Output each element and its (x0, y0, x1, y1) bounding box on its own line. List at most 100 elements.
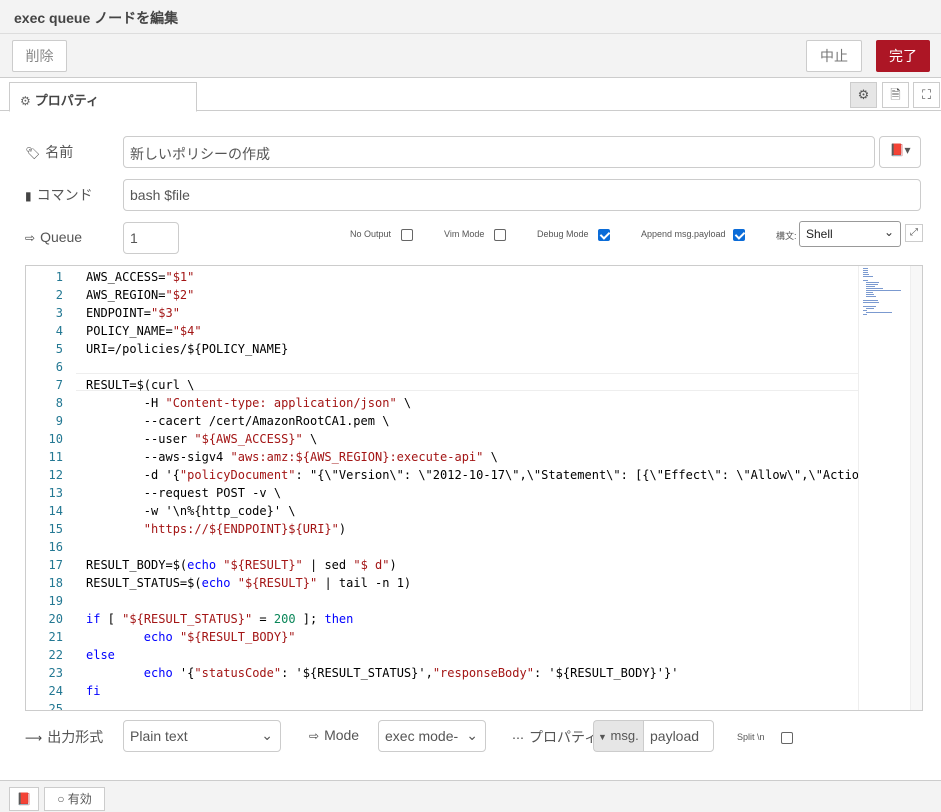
sign-in-icon: ⇨ (25, 231, 36, 245)
dialog-title: exec queue ノードを編集 (0, 0, 941, 34)
expand-icon: ⤢ (910, 227, 918, 238)
code-text: echo '{"statusCode": '${RESULT_STATUS}',… (143, 666, 679, 680)
append-payload-checkbox[interactable] (733, 229, 745, 241)
debug-mode-label: Debug Mode (537, 229, 589, 239)
current-line-highlight (76, 373, 884, 391)
enabled-toggle[interactable]: ○ 有効 (44, 787, 105, 811)
editor-scrollbar[interactable] (910, 266, 922, 710)
book-icon: 📕 (889, 143, 905, 157)
line-number: 7 (55, 378, 63, 392)
minimap-line (863, 302, 879, 303)
minimap-line (866, 292, 873, 293)
enabled-label: 有効 (67, 792, 92, 806)
minimap-line (863, 274, 869, 275)
name-input[interactable]: 新しいポリシーの作成 (123, 136, 875, 168)
sign-in-icon: ⇨ (309, 729, 320, 743)
no-output-checkbox[interactable] (401, 229, 413, 241)
side-appearance-button[interactable]: ⛶ (913, 82, 940, 108)
gear-icon: ⚙ (20, 94, 31, 108)
queue-label: ⇨ Queue (25, 229, 82, 245)
vim-mode-checkbox[interactable] (494, 229, 506, 241)
syntax-select[interactable]: Shell ⌄ (799, 221, 901, 247)
minimap-line (866, 290, 902, 291)
code-text: if [ "${RESULT_STATUS}" = 200 ]; then (86, 612, 354, 626)
code-text: else (86, 648, 115, 662)
output-format-label-text: 出力形式 (47, 729, 104, 745)
expand-editor-button[interactable]: ⤢ (905, 224, 923, 242)
code-text: --user "${AWS_ACCESS}" \ (86, 432, 318, 446)
property-label: ⋯ プロパティ (512, 727, 598, 747)
dialog-toolbar: 削除 中止 完了 (0, 34, 941, 78)
line-number: 19 (48, 594, 63, 608)
line-number: 6 (55, 360, 63, 374)
minimap-line (866, 308, 874, 309)
minimap-line (866, 284, 879, 285)
line-number: 22 (48, 648, 63, 662)
line-number: 25 (48, 702, 63, 711)
queue-input[interactable]: 1 (123, 222, 179, 254)
side-properties-button[interactable]: ⚙ (850, 82, 877, 108)
line-number: 18 (48, 576, 63, 590)
split-label: Split \n (737, 732, 765, 742)
name-library-button[interactable]: 📕▾ (879, 136, 921, 168)
property-input[interactable]: payload (643, 720, 714, 752)
minimap-line (866, 286, 875, 287)
syntax-select-value: Shell (806, 227, 833, 241)
mode-select[interactable]: exec mode- ⌄ (378, 720, 486, 752)
no-output-label: No Output (350, 229, 392, 239)
minimap-line (866, 294, 874, 295)
node-help-button[interactable]: 📕 (9, 787, 39, 811)
code-text: RESULT_STATUS=$(echo "${RESULT}" | tail … (86, 576, 412, 590)
minimap-line (863, 268, 869, 269)
split-checkbox[interactable] (781, 732, 793, 744)
minimap-line (863, 310, 867, 311)
name-label-text: 名前 (45, 144, 74, 160)
code-text: -w '\n%{http_code}' \ (86, 504, 296, 518)
delete-button[interactable]: 削除 (12, 40, 67, 72)
line-number: 21 (48, 630, 63, 644)
code-text: --cacert /cert/AmazonRootCA1.pem \ (86, 414, 390, 428)
tab-properties-label: プロパティ (34, 93, 99, 108)
document-icon: 🗎 (890, 87, 901, 102)
file-icon: ▮ (25, 189, 32, 203)
mode-value: exec mode- (385, 728, 459, 744)
minimap-line (866, 296, 876, 297)
output-format-select[interactable]: Plain text ⌄ (123, 720, 281, 752)
code-text: POLICY_NAME="$4" (86, 324, 202, 338)
code-editor[interactable]: 1 AWS_ACCESS="$1" 2 AWS_REGION="$2" 3 ENDPOIN… (25, 265, 923, 711)
mode-label: ⇨ Mode (309, 727, 359, 743)
code-text: --request POST -v \ (86, 486, 282, 500)
done-button[interactable]: 完了 (876, 40, 930, 72)
code-text: "https://${ENDPOINT}${URI}") (143, 522, 347, 536)
minimap-line (866, 288, 884, 289)
chevron-down-icon: ⌄ (261, 727, 273, 743)
line-number: 15 (48, 522, 63, 536)
command-input[interactable]: bash $file (123, 179, 921, 211)
editor-minimap[interactable] (858, 266, 910, 710)
line-number: 23 (48, 666, 63, 680)
caret-down-icon: ▼ (598, 732, 607, 742)
debug-mode-checkbox[interactable] (598, 229, 610, 241)
line-number: 2 (55, 288, 63, 302)
minimap-line (863, 272, 868, 273)
append-payload-label: Append msg.payload (641, 229, 726, 239)
line-number: 13 (48, 486, 63, 500)
name-label: 🏷 名前 (25, 142, 73, 162)
line-number: 24 (48, 684, 63, 698)
property-type-button[interactable]: ▼ msg. (593, 720, 643, 752)
code-text: AWS_ACCESS="$1" (86, 270, 195, 284)
code-text: -H "Content-type: application/json" \ (86, 396, 412, 410)
chevron-down-icon: ▾ (904, 143, 911, 157)
tab-properties[interactable]: ⚙ プロパティ (9, 82, 197, 112)
tabs-row: ⚙ プロパティ ⚙ 🗎 ⛶ (0, 78, 941, 112)
minimap-line (863, 300, 879, 301)
minimap-line (863, 306, 876, 307)
line-number: 17 (48, 558, 63, 572)
output-format-label: ⟶ 出力形式 (25, 727, 103, 747)
line-number: 20 (48, 612, 63, 626)
line-number: 14 (48, 504, 63, 518)
side-description-button[interactable]: 🗎 (882, 82, 909, 108)
cancel-button[interactable]: 中止 (806, 40, 862, 72)
circle-icon: ○ (57, 792, 65, 806)
minimap-line (866, 282, 880, 283)
